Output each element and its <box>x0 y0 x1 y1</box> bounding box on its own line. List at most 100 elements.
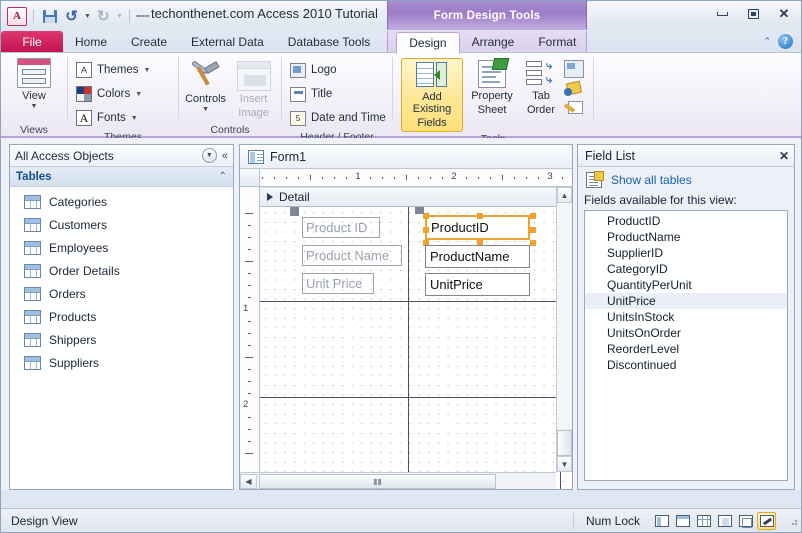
restore-button[interactable] <box>742 5 764 22</box>
insert-image-button[interactable]: Insert Image <box>232 59 275 119</box>
close-icon[interactable]: ✕ <box>779 149 789 163</box>
add-existing-fields-button[interactable]: Add Existing Fields <box>401 58 463 132</box>
selection-handle[interactable] <box>530 213 536 219</box>
view-dropdown-icon[interactable]: ▼ <box>31 103 38 110</box>
tab-home[interactable]: Home <box>63 31 119 53</box>
selection-handle[interactable] <box>476 213 483 219</box>
customize-qat-icon[interactable]: ⩶ <box>136 11 150 21</box>
subform-in-new-window-icon[interactable] <box>564 60 584 78</box>
show-all-tables-link[interactable]: Show all tables <box>611 173 692 187</box>
detail-section-bar[interactable]: Detail <box>260 187 572 207</box>
design-view-button[interactable] <box>757 511 776 530</box>
sidebar-item-orders[interactable]: Orders <box>10 282 233 305</box>
ruler-corner-box[interactable] <box>240 169 260 187</box>
logo-button[interactable]: Logo <box>288 58 337 82</box>
colors-dropdown-icon[interactable]: ▼ <box>135 91 142 98</box>
sidebar-item-order-details[interactable]: Order Details <box>10 259 233 282</box>
tab-database-tools[interactable]: Database Tools <box>276 31 383 53</box>
move-handle[interactable] <box>415 207 424 214</box>
scroll-up-button[interactable]: ▲ <box>557 187 572 203</box>
collapse-ribbon-icon[interactable]: ⌃ <box>763 36 771 47</box>
field-list-item[interactable]: UnitsInStock <box>585 309 787 325</box>
controls-button[interactable]: Controls ▼ <box>185 59 226 113</box>
datasheet-view-button[interactable] <box>673 512 692 530</box>
form-textbox-unitprice[interactable]: UnitPrice <box>425 273 530 296</box>
tab-format[interactable]: Format <box>526 31 588 53</box>
show-all-tables-row[interactable]: Show all tables <box>578 167 794 193</box>
tab-design[interactable]: Design <box>396 32 460 54</box>
layout-view-button[interactable] <box>736 512 755 530</box>
tab-external-data[interactable]: External Data <box>179 31 276 53</box>
tab-create[interactable]: Create <box>119 31 179 53</box>
close-button[interactable]: ✕ <box>773 5 795 22</box>
property-sheet-button[interactable]: Property Sheet <box>466 58 518 116</box>
undo-icon[interactable]: ↺ <box>62 7 81 26</box>
field-list-item[interactable]: CategoryID <box>585 261 787 277</box>
field-list-item[interactable]: UnitPrice <box>585 293 787 309</box>
collapse-navigation-pane-icon[interactable]: « <box>222 150 228 162</box>
form-textbox-productname[interactable]: ProductName <box>425 245 530 268</box>
field-list-item[interactable]: QuantityPerUnit <box>585 277 787 293</box>
tab-order-button[interactable]: ⤷ ⤷ Tab Order <box>521 58 561 116</box>
help-icon[interactable]: ? <box>778 34 793 49</box>
selection-handle[interactable] <box>530 226 536 233</box>
field-list-item[interactable]: ProductName <box>585 229 787 245</box>
form-view-button[interactable] <box>652 512 671 530</box>
tab-file[interactable]: File <box>1 31 63 53</box>
fonts-button[interactable]: A Fonts ▼ <box>74 106 138 130</box>
colors-button[interactable]: Colors ▼ <box>74 82 142 106</box>
themes-button[interactable]: A Themes ▼ <box>74 58 150 82</box>
view-code-icon[interactable] <box>564 80 584 98</box>
selection-handle[interactable] <box>423 226 429 233</box>
form-horizontal-scrollbar[interactable]: ◀ ▮▮ <box>240 472 556 489</box>
field-list-item[interactable]: UnitsOnOrder <box>585 325 787 341</box>
move-handle[interactable] <box>290 207 299 216</box>
access-app-icon[interactable]: A <box>7 6 27 26</box>
form-vertical-scrollbar[interactable]: ▲ ▼ <box>556 187 572 472</box>
form-label-unit-price[interactable]: Unit Price <box>302 273 374 294</box>
scroll-left-button[interactable]: ◀ <box>240 473 257 489</box>
field-list-item[interactable]: SupplierID <box>585 245 787 261</box>
undo-dropdown-icon[interactable]: ▼ <box>84 13 91 20</box>
title-button[interactable]: Title <box>288 82 332 106</box>
form-grid-canvas[interactable]: Product ID Product Name Unit Price ProductI… <box>260 207 572 489</box>
sidebar-item-suppliers[interactable]: Suppliers <box>10 351 233 374</box>
pivot-chart-view-button[interactable] <box>715 512 734 530</box>
form-document-tab[interactable]: Form1 <box>240 145 572 169</box>
selection-handle[interactable] <box>530 240 536 246</box>
navigation-pane-dropdown-icon[interactable]: ▼ <box>201 148 217 163</box>
ribbon-tab-row: File Home Create External Data Database … <box>1 31 801 54</box>
field-list-item[interactable]: Discontinued <box>585 357 787 373</box>
chevron-up-icon[interactable]: ⌃ <box>219 171 227 182</box>
convert-macros-icon[interactable] <box>564 100 584 118</box>
vertical-scroll-track[interactable] <box>557 203 572 430</box>
fonts-dropdown-icon[interactable]: ▼ <box>131 115 138 122</box>
horizontal-scroll-thumb[interactable]: ▮▮ <box>259 473 496 489</box>
tab-arrange[interactable]: Arrange <box>460 31 527 53</box>
sidebar-item-employees[interactable]: Employees <box>10 236 233 259</box>
form-textbox-productid[interactable]: ProductID <box>415 207 536 246</box>
pivot-table-view-button[interactable] <box>694 512 713 530</box>
control-text: ProductName <box>430 249 510 264</box>
sidebar-item-categories[interactable]: Categories <box>10 190 233 213</box>
vertical-ruler[interactable]: 12 <box>240 187 260 489</box>
minimize-button[interactable] <box>711 5 733 22</box>
scroll-down-button[interactable]: ▼ <box>557 456 572 472</box>
controls-dropdown-icon[interactable]: ▼ <box>202 106 209 113</box>
sidebar-item-customers[interactable]: Customers <box>10 213 233 236</box>
save-icon[interactable] <box>40 7 59 26</box>
resize-grip-icon[interactable] <box>788 516 798 526</box>
horizontal-ruler[interactable]: 1 2 3 <box>260 169 572 187</box>
sidebar-item-shippers[interactable]: Shippers <box>10 328 233 351</box>
navigation-pane-header[interactable]: All Access Objects ▼ « <box>10 145 233 167</box>
vertical-scroll-thumb[interactable] <box>557 430 572 456</box>
sidebar-item-products[interactable]: Products <box>10 305 233 328</box>
date-time-button[interactable]: 5 Date and Time <box>288 106 386 130</box>
form-label-product-id[interactable]: Product ID <box>302 217 380 238</box>
themes-dropdown-icon[interactable]: ▼ <box>144 67 151 74</box>
field-list-item[interactable]: ReorderLevel <box>585 341 787 357</box>
field-list-item[interactable]: ProductID <box>585 213 787 229</box>
view-button[interactable]: View ▼ <box>7 56 61 110</box>
navigation-group-tables[interactable]: Tables ⌃ <box>10 167 233 187</box>
form-label-product-name[interactable]: Product Name <box>302 245 402 266</box>
